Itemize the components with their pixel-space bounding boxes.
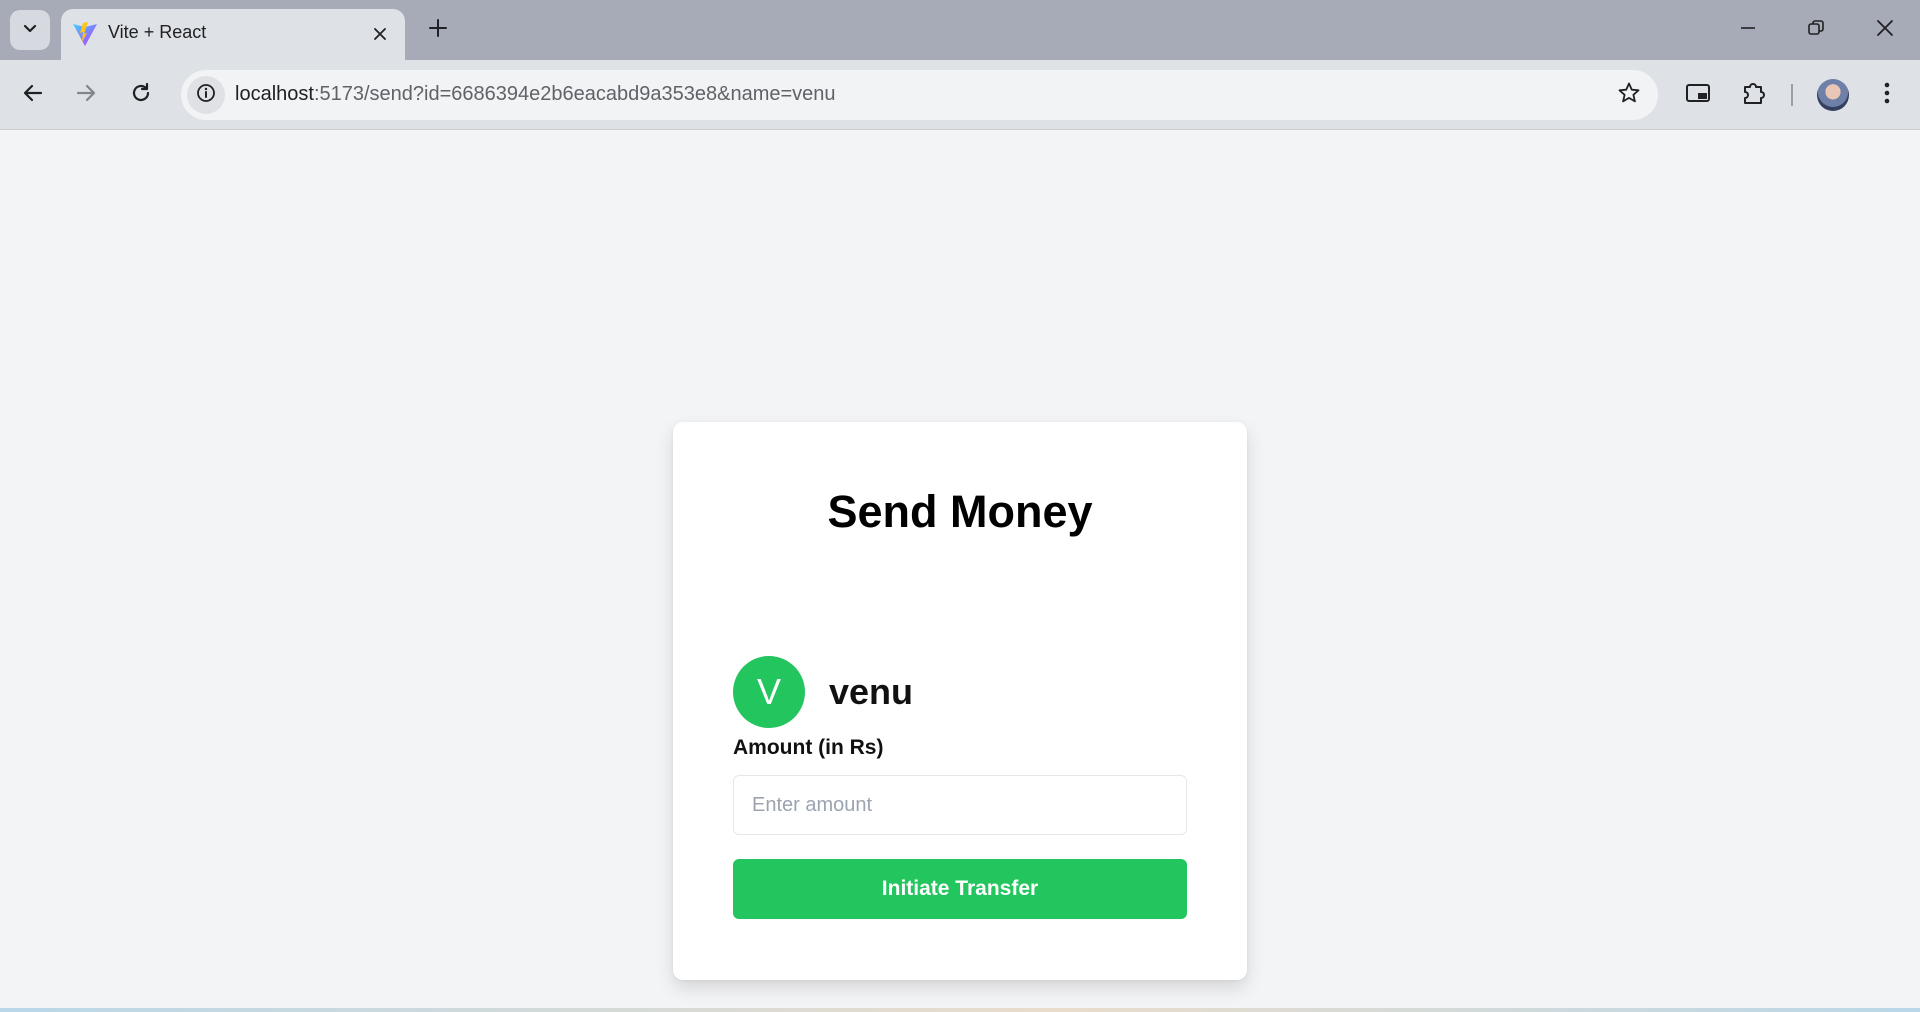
picture-in-picture-button[interactable] — [1681, 78, 1715, 112]
avatar-icon[interactable] — [1817, 79, 1849, 111]
amount-label: Amount (in Rs) — [733, 736, 884, 759]
amount-input[interactable] — [733, 775, 1187, 835]
arrow-right-icon — [75, 82, 97, 109]
new-tab-button[interactable] — [420, 12, 456, 48]
vite-logo-icon — [71, 20, 99, 48]
browser-tab[interactable]: Vite + React — [61, 9, 405, 60]
close-window-button[interactable] — [1857, 6, 1913, 54]
tab-strip: Vite + React — [0, 0, 1920, 60]
arrow-left-icon — [22, 82, 44, 109]
puzzle-icon — [1741, 80, 1767, 111]
initiate-transfer-button[interactable]: Initiate Transfer — [733, 859, 1187, 919]
recipient-info: V venu — [733, 656, 913, 728]
reload-button[interactable] — [119, 73, 163, 117]
plus-icon — [428, 18, 448, 43]
browser-menu-button[interactable] — [1870, 78, 1904, 112]
page-viewport: Send Money V venu Amount (in Rs) Initiat… — [0, 131, 1920, 1008]
forward-button[interactable] — [64, 73, 108, 117]
close-icon[interactable] — [365, 19, 395, 49]
close-icon — [1875, 18, 1895, 43]
address-bar[interactable]: localhost:5173/send?id=6686394e2b6eacabd… — [181, 70, 1658, 120]
bookmark-button[interactable] — [1614, 80, 1644, 110]
url-path: :5173/send?id=6686394e2b6eacabd9a353e8&n… — [313, 83, 836, 105]
tab-title: Vite + React — [108, 22, 207, 42]
chevron-down-icon — [22, 20, 38, 41]
toolbar-divider — [1791, 84, 1793, 106]
url-text[interactable]: localhost:5173/send?id=6686394e2b6eacabd… — [235, 83, 836, 106]
url-host: localhost — [235, 83, 314, 105]
window-bottom-edge — [0, 1008, 1920, 1012]
info-icon — [195, 82, 217, 109]
extensions-button[interactable] — [1737, 78, 1771, 112]
restore-icon — [1807, 19, 1825, 42]
back-button[interactable] — [11, 73, 55, 117]
restore-button[interactable] — [1788, 6, 1844, 54]
page-title: Send Money — [827, 486, 1093, 537]
browser-toolbar: localhost:5173/send?id=6686394e2b6eacabd… — [0, 60, 1920, 130]
recipient-name: venu — [829, 671, 914, 712]
site-info-button[interactable] — [187, 76, 225, 114]
tab-search-button[interactable] — [10, 10, 50, 50]
avatar: V — [733, 656, 805, 728]
minimize-icon — [1739, 19, 1757, 42]
send-money-card: Send Money V venu Amount (in Rs) Initiat… — [673, 422, 1247, 980]
pip-icon — [1685, 82, 1711, 109]
reload-icon — [130, 82, 152, 109]
star-icon — [1617, 81, 1641, 110]
kebab-menu-icon — [1884, 82, 1890, 109]
minimize-button[interactable] — [1720, 6, 1776, 54]
